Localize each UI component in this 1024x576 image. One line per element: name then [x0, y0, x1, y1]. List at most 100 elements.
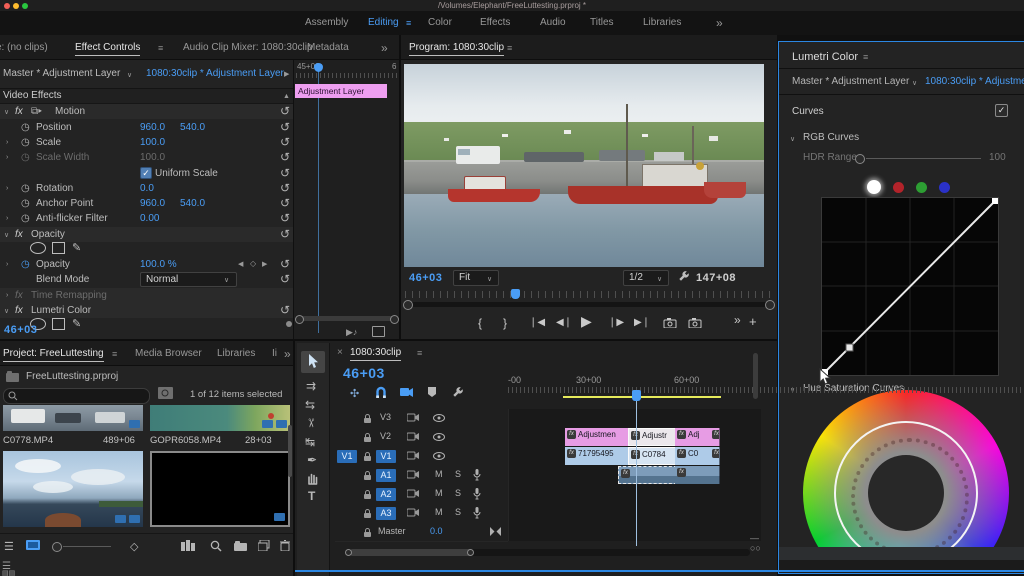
project-bin-name[interactable]: FreeLuttesting.prproj	[26, 371, 118, 382]
rotation-expand-icon[interactable]: ›	[6, 185, 8, 192]
ec-row-scale-width[interactable]: › ◷ Scale Width 100.0 ↺	[0, 150, 293, 165]
tab-metadata[interactable]: Metadata	[307, 42, 349, 53]
mic-icon[interactable]	[473, 507, 481, 519]
lock-icon[interactable]	[363, 508, 372, 519]
project-search-box[interactable]	[3, 388, 150, 404]
pen-mask-icon[interactable]: ✎	[72, 317, 81, 330]
eye-icon[interactable]	[433, 414, 445, 422]
project-search-input[interactable]	[20, 389, 144, 403]
motion-expand-icon[interactable]: ∨	[4, 108, 9, 116]
tab-libraries[interactable]: Libraries	[217, 348, 255, 359]
linked-selection-icon[interactable]	[400, 387, 414, 398]
blend-mode-dropdown[interactable]: Normal ∨	[140, 272, 237, 287]
workspace-tab-titles[interactable]: Titles	[590, 17, 614, 28]
mute-button[interactable]: M	[435, 507, 443, 517]
solo-button[interactable]: S	[455, 469, 461, 479]
ec-row-scale[interactable]: › ◷ Scale 100.0 ↺	[0, 135, 293, 150]
clip-v2-adjustment-3[interactable]: fxAdj	[675, 428, 711, 446]
position-x-value[interactable]: 960.0	[140, 122, 165, 133]
rect-mask-icon[interactable]	[52, 242, 65, 254]
lock-icon[interactable]	[363, 432, 372, 443]
ec-timecode[interactable]: 46+03	[4, 324, 37, 336]
workspace-tab-audio[interactable]: Audio	[540, 17, 566, 28]
project-item-thumb-selected[interactable]	[150, 451, 290, 527]
lock-icon[interactable]	[363, 489, 372, 500]
ec-clip-label[interactable]: 1080:30clip * Adjustment Layer	[146, 68, 284, 79]
razor-tool[interactable]: ✂	[304, 418, 318, 428]
mini-scrollbar[interactable]	[298, 316, 394, 321]
master-volume-value[interactable]: 0.0	[430, 526, 443, 536]
program-playhead-marker[interactable]	[511, 289, 520, 299]
anti-flicker-expand-icon[interactable]: ›	[6, 215, 8, 222]
track-header-v2[interactable]: V2	[335, 428, 508, 448]
solo-button[interactable]: S	[455, 507, 461, 517]
thumb-size-slider-knob[interactable]	[52, 542, 62, 552]
sequence-tab-close[interactable]: ×	[337, 347, 343, 358]
position-y-value[interactable]: 540.0	[180, 122, 205, 133]
track-name-a1[interactable]: A1	[376, 469, 396, 482]
hscroll-right-cap[interactable]	[467, 549, 474, 556]
timeline-settings-wrench-icon[interactable]	[451, 386, 464, 399]
lumetri-reset-icon[interactable]: ↺	[280, 305, 290, 315]
uniform-scale-checkbox[interactable]: ✓	[140, 167, 152, 179]
solo-button[interactable]: S	[455, 488, 461, 498]
export-frame-icon[interactable]	[663, 318, 677, 328]
scale-value[interactable]: 100.0	[140, 137, 165, 148]
project-menu-icon[interactable]: ≡	[112, 349, 117, 359]
close-window-icon[interactable]	[4, 3, 10, 9]
new-item-icon[interactable]	[258, 540, 270, 551]
project-item-name[interactable]: GOPR6058.MP4	[150, 435, 221, 446]
step-forward-button[interactable]: ❘▶	[608, 317, 624, 329]
mark-in-button[interactable]: {	[478, 317, 482, 329]
tab-source-no-clips[interactable]: e: (no clips)	[0, 42, 48, 53]
mini-scroll-right-handle[interactable]	[390, 315, 399, 324]
rgb-curves-label[interactable]: RGB Curves	[803, 132, 859, 143]
anti-flicker-value[interactable]: 0.00	[140, 213, 159, 224]
scale-width-expand-icon[interactable]: ›	[6, 154, 8, 161]
scale-reset-icon[interactable]: ↺	[280, 137, 290, 147]
thumb-size-slider-track[interactable]	[63, 546, 111, 547]
clip-v2-adjustment-4[interactable]: fx	[710, 428, 720, 446]
uniform-scale-reset-icon[interactable]: ↺	[280, 168, 290, 178]
program-resolution-dropdown[interactable]: 1/2 ∨	[623, 270, 669, 286]
blend-mode-reset-icon[interactable]: ↺	[280, 274, 290, 284]
zoom-window-icon[interactable]	[22, 3, 28, 9]
project-in-out-icon[interactable]	[158, 387, 173, 399]
lock-icon[interactable]	[363, 413, 372, 424]
anti-flicker-stopwatch-icon[interactable]: ◷	[21, 213, 30, 224]
clip-a1-2[interactable]: fx	[675, 466, 720, 484]
timeline-menu-icon[interactable]: ≡	[417, 348, 422, 358]
ec-video-effects-header[interactable]: Video Effects ▲	[0, 89, 293, 104]
timeline-playhead-marker[interactable]	[632, 390, 641, 401]
rect-mask-icon[interactable]	[52, 318, 65, 330]
anchor-point-y-value[interactable]: 540.0	[180, 198, 205, 209]
eye-icon[interactable]	[433, 433, 445, 441]
opacity-reset-icon[interactable]: ↺	[280, 229, 290, 239]
prev-keyframe-icon[interactable]: ◀	[238, 260, 243, 268]
opacity-expand-icon[interactable]: ∨	[4, 231, 9, 239]
go-to-in-button[interactable]: ❘◀	[529, 317, 545, 329]
mute-button[interactable]: M	[435, 488, 443, 498]
find-icon[interactable]	[210, 540, 222, 552]
track-height-presets-icon[interactable]: —○○	[750, 533, 761, 553]
opacity-value-reset-icon[interactable]: ↺	[280, 259, 290, 269]
track-select-tool[interactable]: ⇉	[306, 379, 316, 393]
ec-row-rotation[interactable]: › ◷ Rotation 0.0 ↺	[0, 181, 293, 196]
button-editor-plus[interactable]: +	[749, 316, 757, 328]
track-header-v3[interactable]: V3	[335, 409, 508, 429]
track-header-a2[interactable]: A2 M S	[335, 485, 508, 505]
go-to-out-button[interactable]: ▶❘	[634, 317, 650, 329]
mini-scroll-left-handle[interactable]	[295, 315, 304, 324]
track-output-icon[interactable]	[407, 451, 419, 460]
slip-tool[interactable]: ↹	[305, 435, 315, 449]
curve-channel-white[interactable]	[867, 180, 881, 194]
lumetri-master-chevron-icon[interactable]: ∨	[912, 79, 917, 87]
icon-view-button[interactable]	[26, 539, 40, 551]
pen-mask-icon[interactable]: ✎	[72, 241, 81, 254]
comparison-view-icon[interactable]	[688, 318, 702, 328]
curve-channel-red[interactable]	[893, 182, 904, 193]
program-video-frame[interactable]	[404, 64, 764, 267]
hscroll-left-cap[interactable]	[345, 549, 352, 556]
ec-row-uniform-scale[interactable]: ✓ Uniform Scale ↺	[0, 166, 293, 181]
workspace-tab-assembly[interactable]: Assembly	[305, 17, 348, 28]
